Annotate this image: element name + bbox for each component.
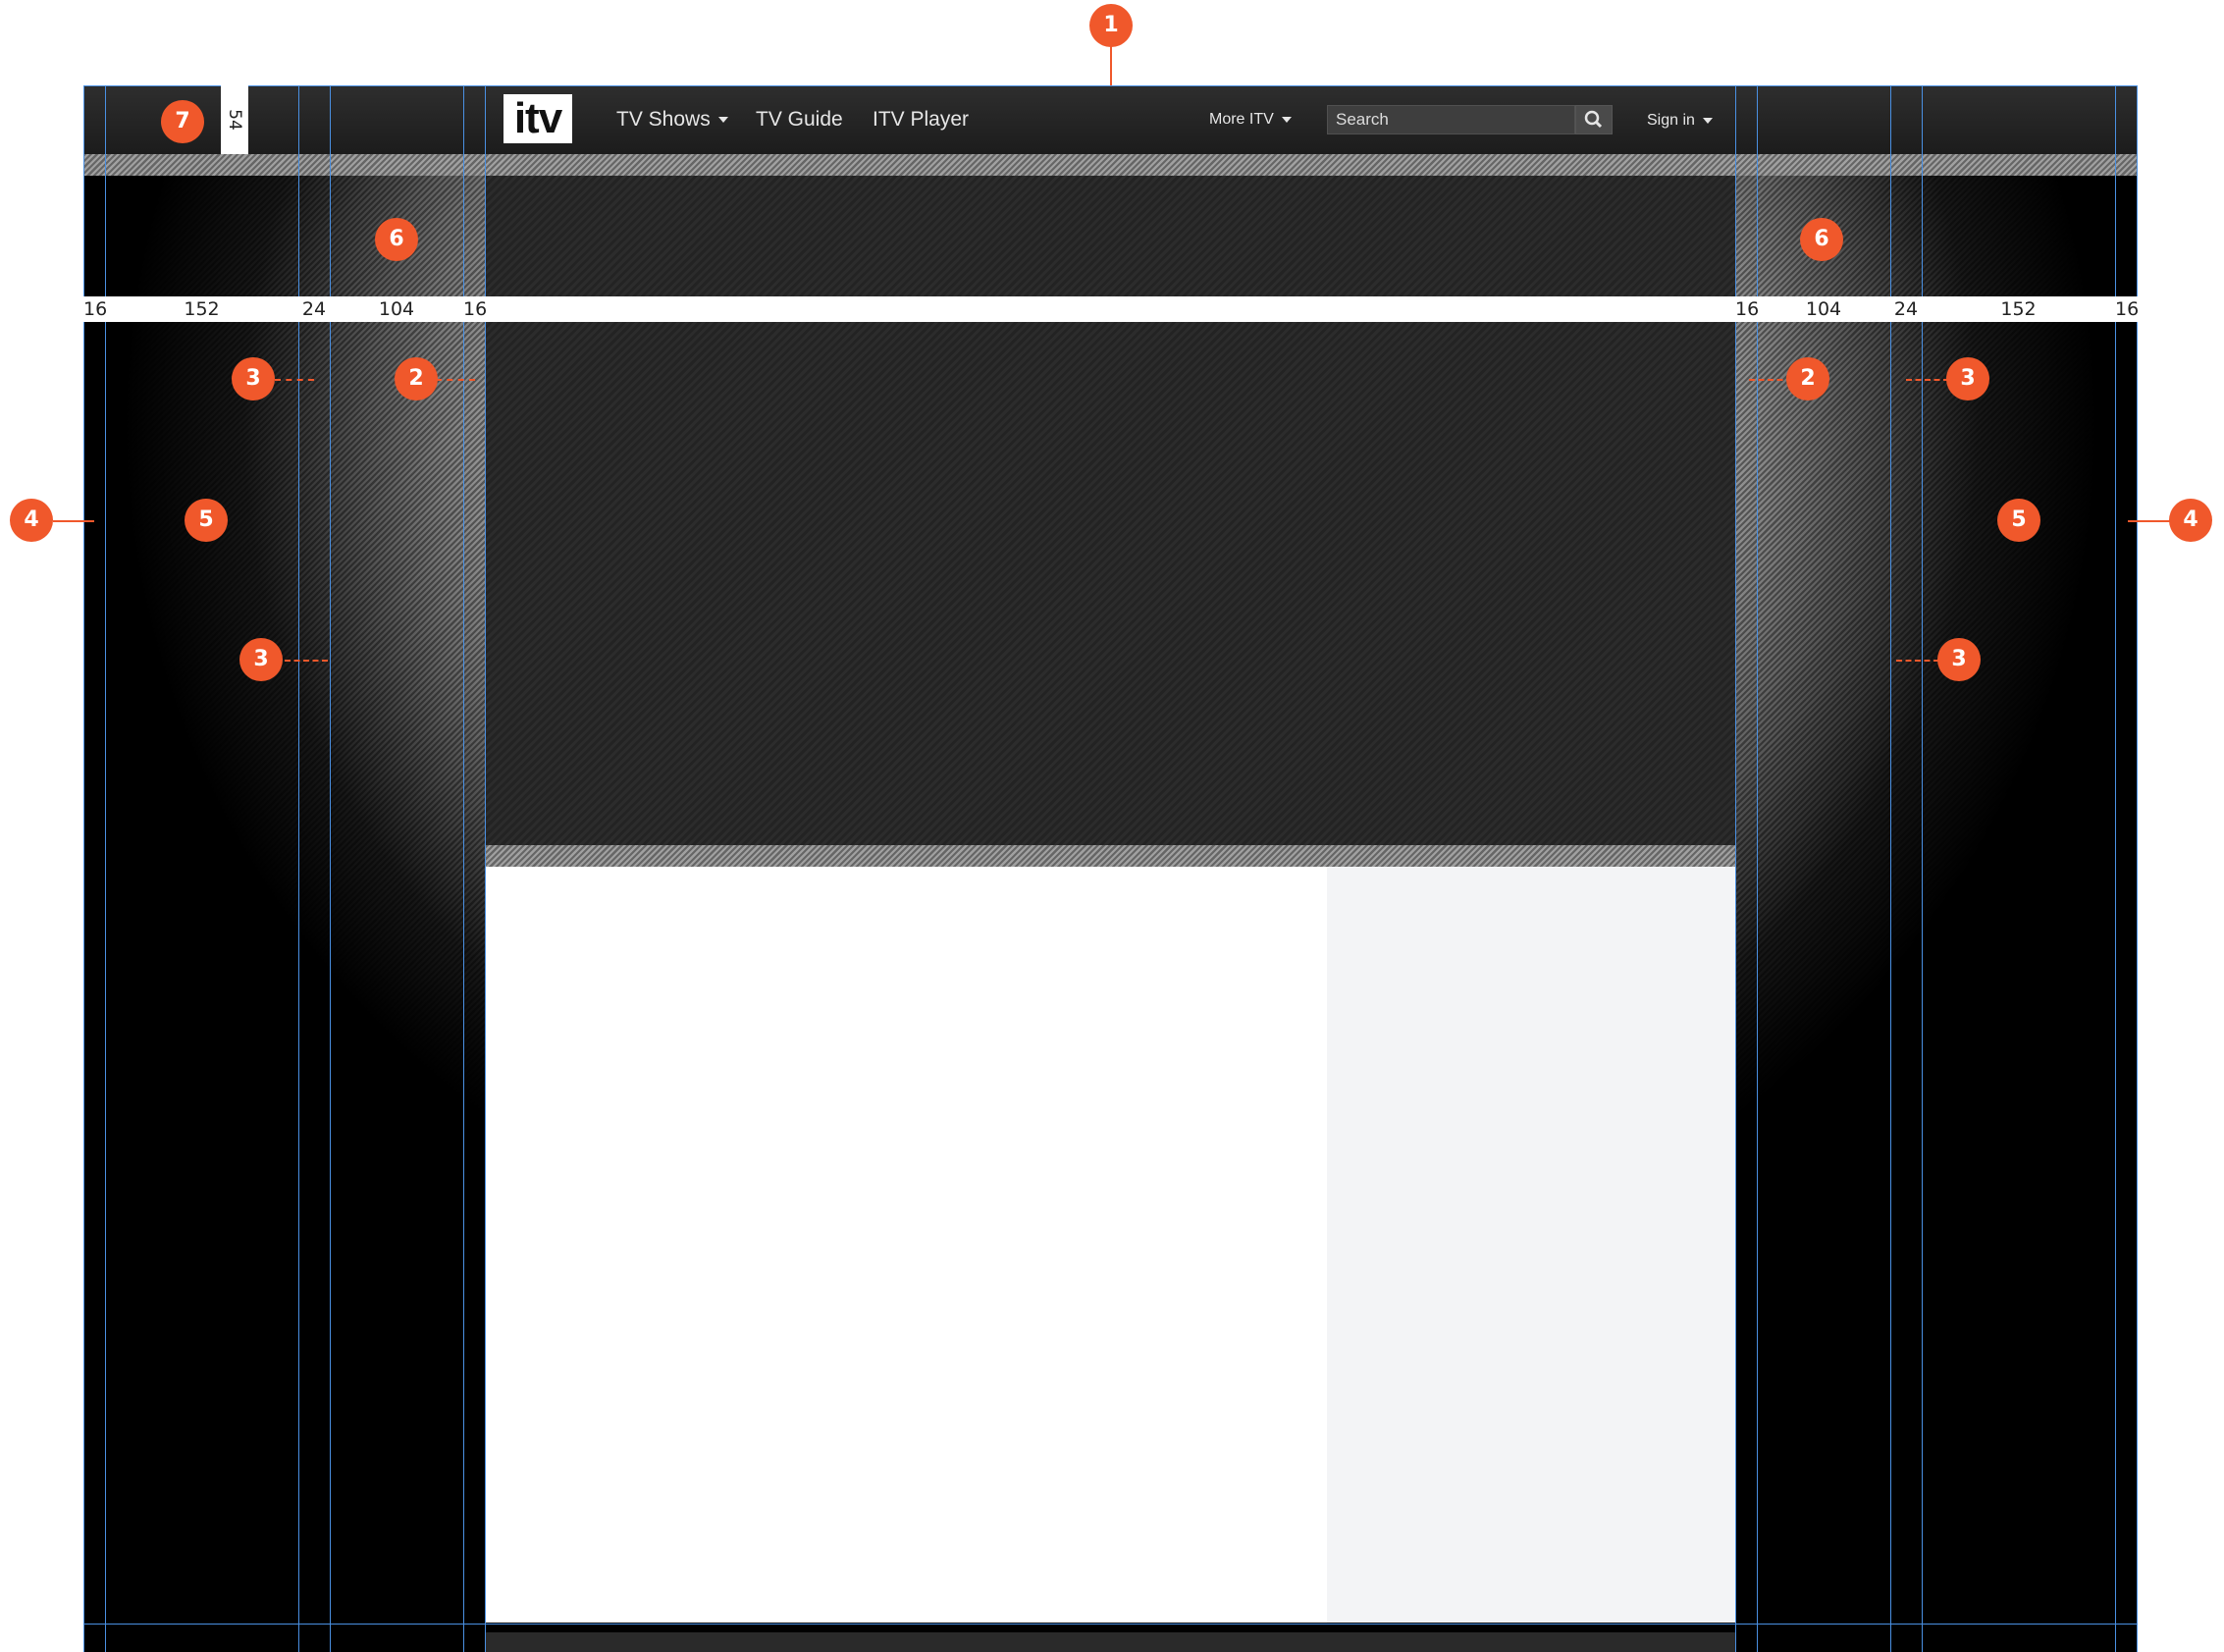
measure-left-gutter: 152: [184, 298, 220, 320]
callout-1: 1: [1089, 4, 1133, 47]
measure-left-inner: 16: [463, 298, 488, 320]
nav-sign-in[interactable]: Sign in: [1647, 86, 1713, 155]
nav-more-itv-label: More ITV: [1209, 111, 1274, 128]
nav-itv-player-label: ITV Player: [873, 108, 970, 131]
chevron-down-icon: [717, 117, 728, 124]
chevron-down-icon: [1281, 116, 1292, 123]
callout-5: 5: [1997, 499, 2040, 542]
search-icon: [1584, 110, 1603, 129]
hero-spacing-band: [486, 845, 1735, 867]
callout-leader: [275, 379, 314, 381]
measure-left-gap: 24: [301, 298, 327, 320]
callout-leader: [436, 379, 475, 381]
callout-3: 3: [239, 638, 283, 681]
measure-header-height-label: 54: [225, 109, 244, 131]
callout-5: 5: [185, 499, 228, 542]
search-box: [1327, 105, 1575, 134]
chevron-down-icon: [1702, 117, 1713, 124]
nav-itv-player[interactable]: ITV Player: [873, 85, 969, 154]
measure-left-margin: 16: [83, 298, 108, 320]
nav-more-itv[interactable]: More ITV: [1209, 85, 1292, 154]
nav-sign-in-label: Sign in: [1647, 112, 1695, 129]
callout-leader: [285, 660, 328, 662]
callout-3: 3: [1946, 357, 1989, 400]
measure-right-inner: 16: [1735, 298, 1760, 320]
sidebar-column: [1327, 867, 1735, 1623]
header-spacing-band: [83, 154, 2138, 176]
callout-leader: [53, 520, 94, 522]
measure-right-gutter: 152: [2000, 298, 2037, 320]
search-input[interactable]: [1328, 106, 1574, 133]
nav-tv-guide[interactable]: TV Guide: [756, 85, 843, 154]
callout-2: 2: [1786, 357, 1829, 400]
callout-6: 6: [375, 218, 418, 261]
measure-right-gap: 24: [1893, 298, 1919, 320]
callout-3: 3: [1937, 638, 1981, 681]
callout-2: 2: [395, 357, 438, 400]
callout-3: 3: [232, 357, 275, 400]
callout-leader: [1906, 379, 1949, 381]
callout-leader: [2128, 520, 2171, 522]
hero-panel: [486, 176, 1735, 845]
callout-leader: [1896, 660, 1939, 662]
nav-tv-shows-label: TV Shows: [616, 108, 711, 131]
callout-4: 4: [10, 499, 53, 542]
measure-left-column: 104: [378, 298, 415, 320]
nav-tv-guide-label: TV Guide: [756, 108, 843, 131]
callout-leader: [1110, 46, 1112, 85]
guide-line: [83, 85, 2138, 86]
callout-4: 4: [2169, 499, 2212, 542]
main-content-column: [486, 867, 1327, 1623]
callout-7: 7: [161, 100, 204, 143]
site-header: [83, 85, 2138, 154]
guide-line: [83, 1624, 2138, 1625]
nav-tv-shows[interactable]: TV Shows: [616, 85, 728, 154]
measure-right-margin: 16: [2115, 298, 2140, 320]
callout-6: 6: [1800, 218, 1843, 261]
measure-header-height: 54: [221, 85, 248, 154]
itv-logo[interactable]: itv: [503, 94, 572, 143]
measure-right-column: 104: [1805, 298, 1842, 320]
search-button[interactable]: [1575, 105, 1613, 134]
footer-bar: [486, 1632, 1735, 1652]
